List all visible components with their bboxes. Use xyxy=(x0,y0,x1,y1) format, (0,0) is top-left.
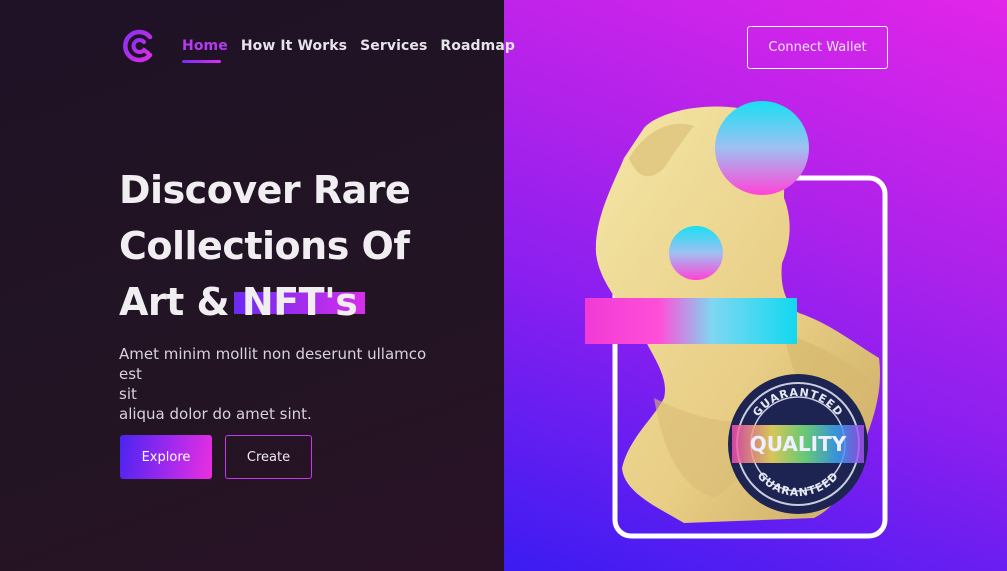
create-button[interactable]: Create xyxy=(225,435,312,479)
subtitle-line-2: sit xyxy=(119,385,137,403)
nav-item-how-it-works[interactable]: How It Works xyxy=(241,38,347,63)
headline-line-3: Art & NFT's xyxy=(119,274,410,330)
subtitle-line-3: aliqua dolor do amet sint. xyxy=(119,405,312,423)
holo-bar xyxy=(585,298,797,344)
nav-item-services[interactable]: Services xyxy=(360,38,427,63)
connect-wallet-button[interactable]: Connect Wallet xyxy=(747,26,888,69)
brand-logo-icon[interactable] xyxy=(120,28,156,64)
headline-line-2: Collections Of xyxy=(119,224,410,268)
holo-circle-large xyxy=(715,101,809,195)
headline-highlight: NFT's xyxy=(233,274,366,330)
hero-subtitle: Amet minim mollit non deserunt ullamco e… xyxy=(119,344,449,424)
nav-link-how-it-works[interactable]: How It Works xyxy=(241,38,347,54)
active-underline xyxy=(182,60,221,63)
nav-link-roadmap[interactable]: Roadmap xyxy=(440,38,515,54)
nav-item-home[interactable]: Home xyxy=(182,38,228,63)
badge-main-text: QUALITY xyxy=(750,432,847,456)
subtitle-line-1: Amet minim mollit non deserunt ullamco e… xyxy=(119,345,427,383)
headline-line-3-prefix: Art & xyxy=(119,280,242,324)
nav-link-home[interactable]: Home xyxy=(182,38,228,54)
main-nav: Home How It Works Services Roadmap xyxy=(182,38,515,63)
nav-item-roadmap[interactable]: Roadmap xyxy=(440,38,515,63)
highlight-text: NFT's xyxy=(241,280,358,324)
quality-badge-icon: GUARANTEED QUALITY GUARANTEED xyxy=(728,374,868,514)
headline-line-1: Discover Rare xyxy=(119,168,411,212)
nav-link-services[interactable]: Services xyxy=(360,38,427,54)
holo-circle-small xyxy=(669,226,723,280)
explore-button[interactable]: Explore xyxy=(120,435,212,479)
hero-headline: Discover Rare Collections Of Art & NFT's xyxy=(119,162,411,330)
hero-artwork: GUARANTEED QUALITY GUARANTEED xyxy=(585,101,888,539)
